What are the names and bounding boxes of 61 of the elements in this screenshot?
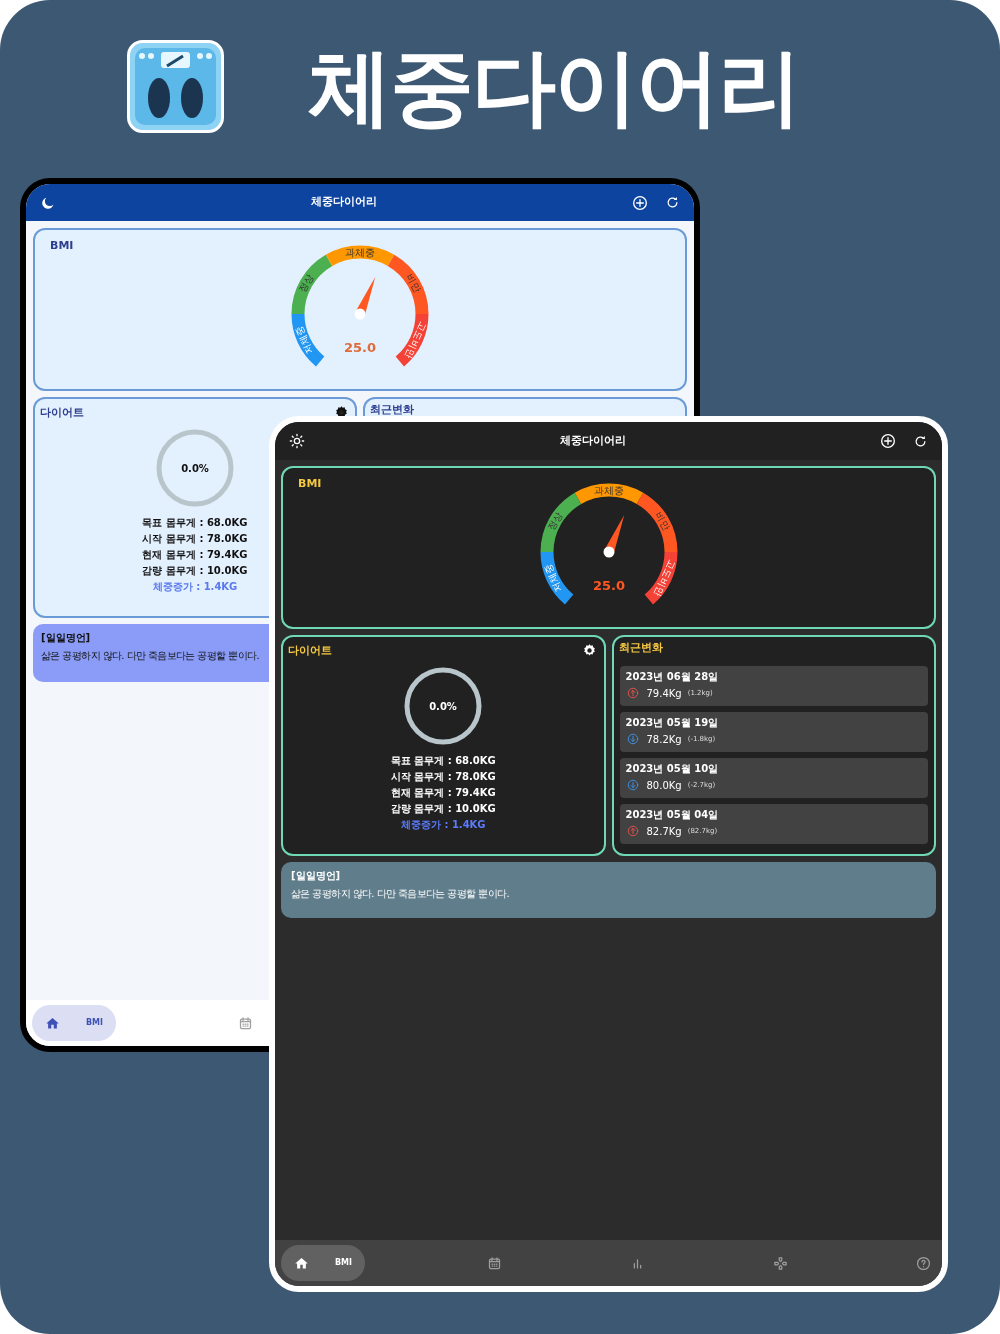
gauge-label: 과체중 [345,246,375,258]
weight-stat: 목표 몸무게 : 68.0KG [390,753,496,768]
weight-stat: 현재 몸무게 : 79.4KG [142,547,248,562]
gauge-label: 과체중 [593,484,624,496]
weight-gain: 체중증가 : 1.4KG [152,579,238,594]
weight-stat: 시작 몸무게 : 78.0KG [142,531,248,546]
entry-date: 2023년 06월 28일 [625,669,720,683]
weight-stat: 감량 몸무게 : 10.0KG [390,801,496,816]
app-icon [127,40,224,133]
home-icon [45,1015,60,1031]
weight-gain: 체중증가 : 1.4KG [400,817,486,832]
add-icon [880,433,896,449]
card-title: 다이어트 [288,643,332,659]
bmi-value: 25.0 [592,578,625,593]
add-icon [632,194,648,211]
card-title: 최근변화 [618,640,664,656]
calendar-icon [237,1015,253,1031]
gauge-label: 비만 [652,509,672,533]
entry-date: 2023년 05월 04일 [625,807,720,821]
help-icon [915,1255,931,1271]
arrow-down-icon [626,779,639,791]
quote-title: [일일명언] [291,870,341,882]
gamepad-icon [772,1255,788,1271]
quote-title: [일일명언] [41,632,91,644]
arrow-up-icon [626,825,639,837]
sun-icon [289,433,305,449]
arrow-down-icon [626,733,639,745]
gauge-label: 정상 [296,271,317,295]
entry-weight: 80.0Kg [646,778,682,793]
progress-ring: 0.0% [155,427,235,508]
entry-weight: 79.4Kg [646,686,682,701]
nav-tab[interactable]: BMI [32,1005,116,1041]
bmi-value: 25.0 [343,340,377,355]
card-title: 다이어트 [40,405,84,421]
refresh-icon [912,433,928,449]
add-button[interactable] [878,431,898,451]
app-bar-title: 체중다이어리 [310,194,378,211]
quote-text: 삶은 공평하지 않다. 다만 죽음보다는 공평할 뿐이다. [41,650,260,662]
card-title: BMI [298,476,322,492]
entry-weight: 78.2Kg [646,732,682,747]
home-icon [294,1255,309,1271]
progress-ring: 0.0% [403,665,484,746]
arrow-up-icon [626,687,639,699]
card-title: BMI [50,238,74,254]
entry-weight: 82.7Kg [646,824,682,839]
weight-stat: 시작 몸무게 : 78.0KG [390,769,496,784]
weight-stat: 감량 몸무게 : 10.0KG [142,563,248,578]
weight-stat: 목표 몸무게 : 68.0KG [142,515,248,530]
card-title: 최근변화 [370,402,415,418]
calendar-icon [486,1255,502,1271]
app-title: 체중다이어리 [308,44,800,129]
entry-date: 2023년 05월 10일 [625,761,720,775]
app-bar-title: 체중다이어리 [558,432,627,449]
nav-tab[interactable]: BMI [281,1245,365,1281]
refresh-icon [664,195,680,210]
gauge-label: 비만 [403,271,424,295]
entry-date: 2023년 05월 19일 [625,715,720,729]
weight-stat: 현재 몸무게 : 79.4KG [390,785,496,800]
quote-text: 삶은 공평하지 않다. 다만 죽음보다는 공평할 뿐이다. [291,888,510,900]
theme-toggle-button[interactable] [287,431,307,451]
gauge-label: 정상 [545,509,565,533]
